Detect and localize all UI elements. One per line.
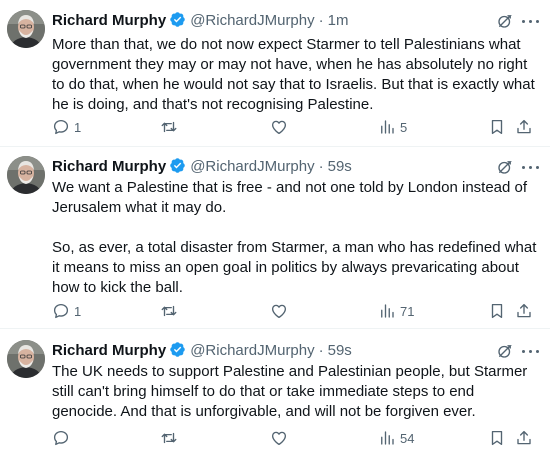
views-button[interactable]: 54 bbox=[378, 427, 414, 449]
views-icon bbox=[378, 429, 396, 447]
author-handle[interactable]: @RichardJMurphy bbox=[190, 342, 314, 359]
timestamp[interactable]: 1m bbox=[328, 12, 349, 29]
repost-button[interactable] bbox=[160, 300, 182, 322]
grok-icon[interactable] bbox=[496, 12, 514, 35]
share-icon bbox=[515, 302, 533, 320]
reply-icon bbox=[52, 118, 70, 136]
more-icon[interactable] bbox=[520, 156, 542, 178]
like-button[interactable] bbox=[270, 116, 292, 138]
like-icon bbox=[270, 429, 288, 447]
reply-count: 1 bbox=[74, 303, 82, 319]
share-button[interactable] bbox=[515, 427, 533, 449]
reply-icon bbox=[52, 302, 70, 320]
views-icon bbox=[378, 118, 396, 136]
like-icon bbox=[270, 118, 288, 136]
tweet-header: Richard Murphy @RichardJMurphy · 59s bbox=[52, 156, 352, 178]
author-handle[interactable]: @RichardJMurphy bbox=[190, 12, 314, 29]
avatar[interactable] bbox=[7, 156, 45, 194]
avatar[interactable] bbox=[7, 340, 45, 378]
reply-button[interactable] bbox=[52, 427, 74, 449]
separator-dot: · bbox=[318, 158, 324, 175]
repost-icon bbox=[160, 429, 178, 447]
like-icon bbox=[270, 302, 288, 320]
author-name[interactable]: Richard Murphy bbox=[52, 342, 166, 359]
bookmark-icon bbox=[488, 118, 506, 136]
bookmark-button[interactable] bbox=[488, 427, 506, 449]
more-icon[interactable] bbox=[520, 10, 542, 32]
tweet[interactable]: Richard Murphy @RichardJMurphy · 1m More th… bbox=[0, 10, 550, 142]
share-button[interactable] bbox=[515, 300, 533, 322]
bookmark-icon bbox=[488, 429, 506, 447]
divider bbox=[0, 328, 550, 329]
tweet-text: We want a Palestine that is free - and n… bbox=[52, 179, 537, 296]
verified-badge-icon bbox=[169, 11, 186, 35]
share-icon bbox=[515, 429, 533, 447]
bookmark-button[interactable] bbox=[488, 116, 506, 138]
bookmark-button[interactable] bbox=[488, 300, 506, 322]
author-handle[interactable]: @RichardJMurphy bbox=[190, 158, 314, 175]
views-count: 71 bbox=[400, 303, 415, 319]
views-button[interactable]: 71 bbox=[378, 300, 414, 322]
action-bar: 1 5 bbox=[0, 116, 550, 138]
share-icon bbox=[515, 118, 533, 136]
reply-button[interactable]: 1 bbox=[52, 300, 81, 322]
tweet-text: The UK needs to support Palestine and Pa… bbox=[52, 363, 528, 420]
reply-button[interactable]: 1 bbox=[52, 116, 81, 138]
reply-icon bbox=[52, 429, 70, 447]
views-count: 54 bbox=[400, 430, 415, 446]
author-name[interactable]: Richard Murphy bbox=[52, 158, 166, 175]
like-button[interactable] bbox=[270, 300, 292, 322]
views-button[interactable]: 5 bbox=[378, 116, 407, 138]
views-icon bbox=[378, 302, 396, 320]
tweet-header: Richard Murphy @RichardJMurphy · 59s bbox=[52, 340, 352, 362]
separator-dot: · bbox=[318, 342, 324, 359]
more-icon[interactable] bbox=[520, 340, 542, 362]
action-bar: 54 bbox=[0, 427, 550, 449]
tweet-header: Richard Murphy @RichardJMurphy · 1m bbox=[52, 10, 348, 32]
timestamp[interactable]: 59s bbox=[328, 342, 352, 359]
share-button[interactable] bbox=[515, 116, 533, 138]
tweet-text: More than that, we do not now expect Sta… bbox=[52, 36, 535, 113]
action-bar: 1 71 bbox=[0, 300, 550, 322]
separator-dot: · bbox=[318, 12, 324, 29]
views-count: 5 bbox=[400, 119, 408, 135]
repost-button[interactable] bbox=[160, 427, 182, 449]
repost-button[interactable] bbox=[160, 116, 182, 138]
tweet[interactable]: Richard Murphy @RichardJMurphy · 59s The UK… bbox=[0, 340, 550, 457]
divider bbox=[0, 146, 550, 147]
timestamp[interactable]: 59s bbox=[328, 158, 352, 175]
reply-count: 1 bbox=[74, 119, 82, 135]
author-name[interactable]: Richard Murphy bbox=[52, 12, 166, 29]
bookmark-icon bbox=[488, 302, 506, 320]
like-button[interactable] bbox=[270, 427, 292, 449]
tweet[interactable]: Richard Murphy @RichardJMurphy · 59s We wan… bbox=[0, 156, 550, 321]
repost-icon bbox=[160, 302, 178, 320]
avatar[interactable] bbox=[7, 10, 45, 48]
repost-icon bbox=[160, 118, 178, 136]
